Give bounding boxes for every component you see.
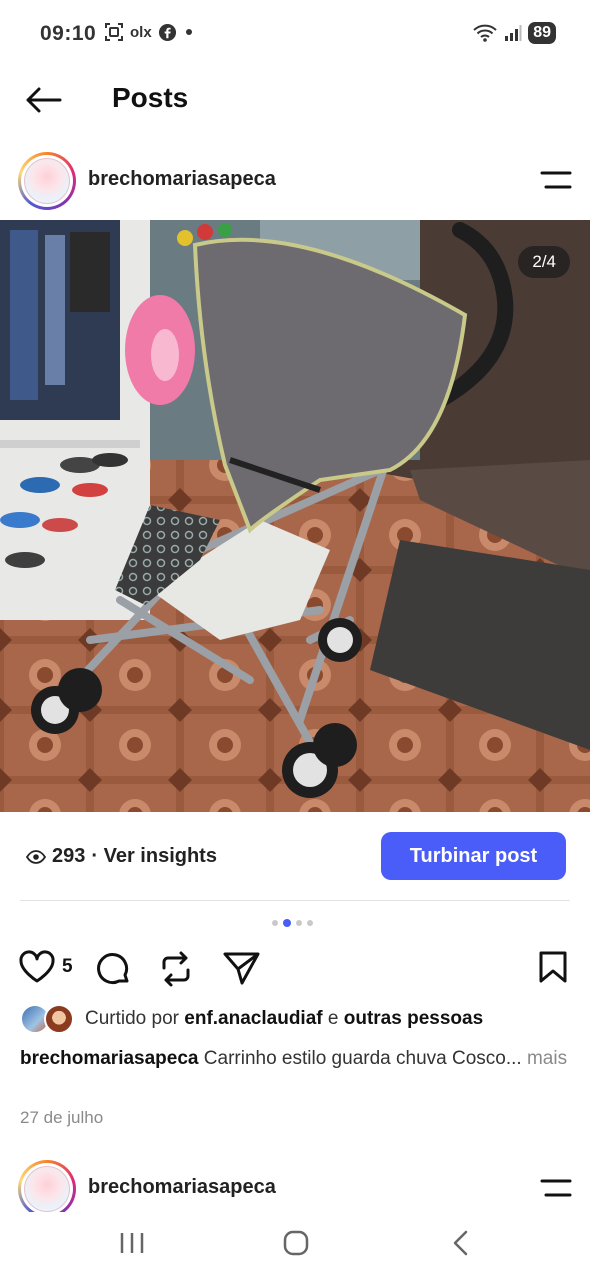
comment-icon bbox=[97, 953, 129, 985]
send-icon bbox=[223, 952, 260, 985]
avatar-logo bbox=[24, 1166, 70, 1212]
status-time: 09:10 bbox=[40, 22, 97, 45]
post-date: 27 de julho bbox=[20, 1108, 104, 1127]
liked-by-row[interactable]: Curtido por enf.anaclaudiaf e outras pes… bbox=[20, 1004, 483, 1034]
liked-by-user[interactable]: enf.anaclaudiaf bbox=[184, 1008, 322, 1030]
repost-icon bbox=[162, 951, 190, 987]
post-username[interactable]: brechomariasapeca bbox=[88, 1176, 276, 1199]
post-caption: brechomariasapeca Carrinho estilo guarda… bbox=[20, 1044, 570, 1073]
save-button[interactable] bbox=[538, 950, 568, 984]
options-menu-icon[interactable] bbox=[540, 1176, 572, 1200]
profile-avatar[interactable] bbox=[18, 152, 76, 210]
caption-text: Carrinho estilo guarda chuva Cosco... bbox=[203, 1048, 522, 1069]
olx-icon: olx bbox=[130, 23, 152, 41]
carousel-dot bbox=[307, 920, 313, 926]
status-system-icons: 89 bbox=[472, 22, 556, 44]
views-insights-link[interactable]: 293 · Ver insights bbox=[26, 845, 217, 868]
dot-icon bbox=[185, 29, 192, 35]
insights-row: 293 · Ver insights Turbinar post bbox=[0, 832, 590, 882]
back-button[interactable] bbox=[22, 82, 64, 118]
carousel-dot bbox=[272, 920, 278, 926]
views-count: 293 bbox=[52, 845, 86, 867]
screenshot-icon bbox=[105, 23, 123, 41]
divider bbox=[20, 900, 570, 901]
battery-indicator: 89 bbox=[528, 22, 556, 44]
repost-button[interactable] bbox=[158, 950, 194, 988]
stroller-photo-illustration bbox=[0, 220, 590, 812]
options-menu-icon[interactable] bbox=[540, 168, 572, 192]
like-button[interactable]: 5 bbox=[18, 950, 73, 984]
like-count: 5 bbox=[62, 956, 73, 977]
post-username[interactable]: brechomariasapeca bbox=[88, 168, 276, 191]
post-header: brechomariasapeca bbox=[0, 146, 590, 216]
liker-avatars bbox=[20, 1004, 76, 1034]
avatar-logo bbox=[24, 158, 70, 204]
facebook-icon bbox=[158, 23, 176, 41]
liked-by-others[interactable]: outras pessoas bbox=[344, 1008, 483, 1030]
insights-label: · Ver insights bbox=[91, 845, 217, 867]
comment-button[interactable] bbox=[94, 950, 132, 986]
caption-username[interactable]: brechomariasapeca bbox=[20, 1048, 199, 1069]
system-back-icon[interactable] bbox=[450, 1229, 472, 1257]
carousel-dot-active bbox=[283, 919, 291, 927]
recents-icon[interactable] bbox=[118, 1230, 146, 1256]
liked-by-joiner: e bbox=[327, 1008, 339, 1029]
status-notification-icons: olx bbox=[104, 22, 195, 42]
share-button[interactable] bbox=[222, 950, 262, 986]
back-arrow-icon bbox=[26, 87, 62, 113]
bookmark-icon bbox=[539, 951, 567, 983]
signal-icon bbox=[505, 25, 522, 41]
profile-avatar[interactable] bbox=[18, 1160, 76, 1218]
top-app-bar: Posts bbox=[0, 70, 590, 130]
eye-icon bbox=[26, 849, 46, 864]
heart-icon bbox=[19, 950, 55, 983]
system-navigation-bar bbox=[0, 1212, 590, 1280]
status-bar: 09:10 olx 89 bbox=[0, 0, 590, 70]
page-title: Posts bbox=[112, 82, 189, 113]
post-photo[interactable]: 2/4 bbox=[0, 220, 590, 812]
home-icon[interactable] bbox=[282, 1229, 310, 1257]
carousel-dot bbox=[296, 920, 302, 926]
boost-post-button[interactable]: Turbinar post bbox=[381, 832, 566, 880]
caption-more-link[interactable]: mais bbox=[527, 1048, 567, 1069]
post-actions: 5 bbox=[0, 944, 590, 992]
liker-avatar bbox=[44, 1004, 74, 1034]
carousel-indicator bbox=[272, 919, 313, 927]
wifi-icon bbox=[473, 24, 497, 42]
photo-counter-badge: 2/4 bbox=[518, 246, 570, 278]
liked-by-prefix: Curtido por bbox=[85, 1008, 179, 1029]
